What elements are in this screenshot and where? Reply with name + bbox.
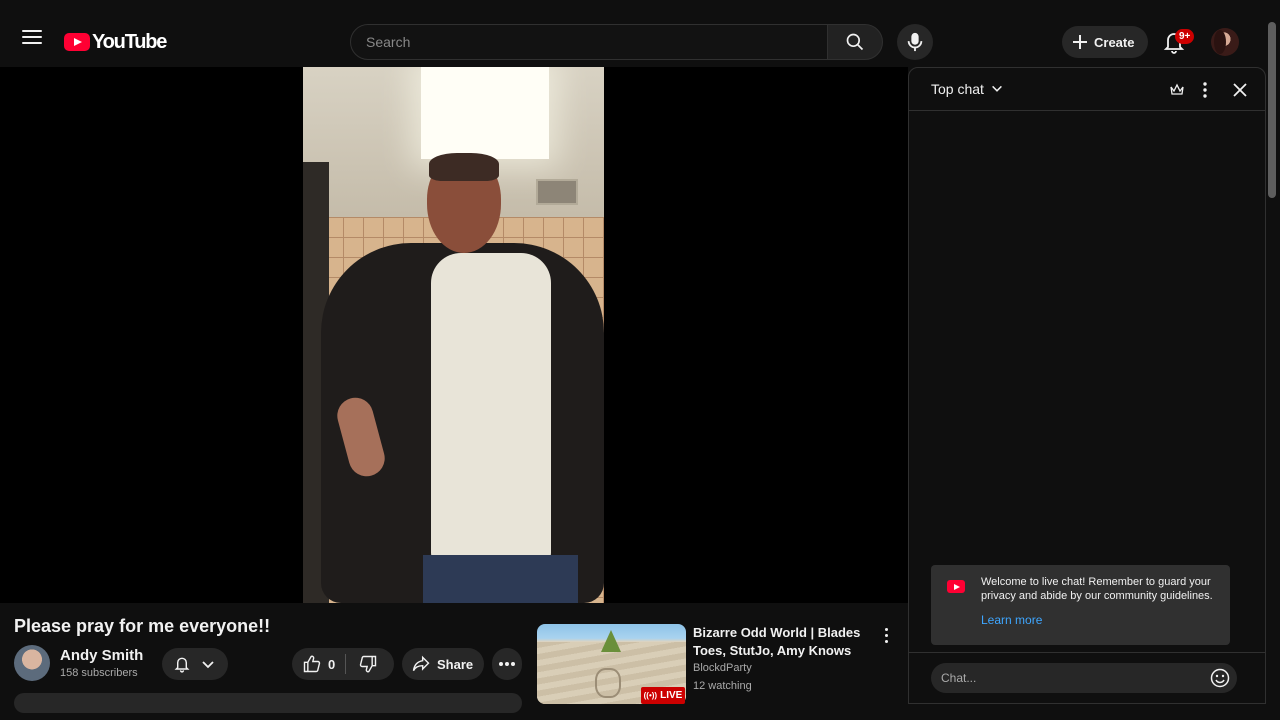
logo-text: YouTube [92, 30, 167, 53]
recommended-video-title[interactable]: Bizarre Odd World | Blades Toes, StutJo,… [693, 624, 869, 660]
youtube-logo[interactable]: YouTube [64, 30, 167, 54]
share-icon [412, 655, 430, 672]
create-button[interactable]: Create [1062, 26, 1148, 58]
chat-welcome-message: Welcome to live chat! Remember to guard … [931, 565, 1230, 645]
live-chat-panel: Top chat Welcome to live chat! Remember … [908, 67, 1266, 704]
close-icon[interactable] [1230, 80, 1250, 100]
share-button[interactable]: Share [402, 648, 484, 680]
search-input[interactable] [351, 25, 827, 59]
subscriber-count: 158 subscribers [60, 667, 138, 679]
youtube-play-icon [64, 33, 90, 51]
video-frame [303, 67, 604, 603]
chat-input-box [931, 663, 1237, 693]
page-scrollbar[interactable] [1268, 22, 1276, 198]
video-title: Please pray for me everyone!! [14, 616, 271, 636]
channel-name[interactable]: Andy Smith [60, 647, 143, 664]
video-player[interactable] [0, 67, 908, 603]
youtube-icon [947, 580, 965, 593]
search-box [350, 24, 828, 60]
live-label: LIVE [660, 690, 683, 701]
thumbs-up-icon[interactable] [302, 654, 322, 674]
chevron-down-icon [202, 661, 214, 669]
bell-icon [174, 657, 190, 673]
microphone-icon [907, 32, 923, 52]
notifications-badge: 9+ [1175, 29, 1195, 44]
search-button[interactable] [827, 24, 883, 60]
thumbs-down-icon[interactable] [358, 654, 378, 674]
search-icon [846, 33, 864, 51]
more-vertical-icon[interactable] [1195, 80, 1215, 100]
like-count: 0 [328, 656, 336, 672]
live-broadcast-icon: ((•)) [643, 691, 658, 700]
user-avatar[interactable] [1211, 28, 1239, 56]
chat-input-area [909, 652, 1265, 705]
emoji-icon[interactable] [1210, 668, 1230, 688]
menu-icon[interactable] [22, 30, 42, 44]
voice-search-button[interactable] [897, 24, 933, 60]
description-box[interactable] [14, 693, 522, 713]
like-divider [345, 654, 347, 674]
chat-mode-label: Top chat [931, 81, 984, 97]
welcome-text: Welcome to live chat! Remember to guard … [981, 576, 1213, 602]
more-actions-button[interactable] [492, 648, 522, 680]
share-label: Share [437, 656, 474, 672]
top-bar: YouTube Create 9+ [0, 0, 1280, 66]
chevron-down-icon [992, 85, 1002, 92]
create-label: Create [1094, 34, 1135, 50]
recommended-video-viewers: 12 watching [693, 680, 752, 692]
channel-avatar[interactable] [14, 645, 50, 681]
chat-input[interactable] [931, 663, 1191, 693]
chat-mode-selector[interactable]: Top chat [931, 81, 1004, 97]
chat-header: Top chat [909, 68, 1265, 111]
recommended-video-channel[interactable]: BlockdParty [693, 662, 752, 674]
subscription-notifications-button[interactable] [162, 648, 228, 680]
learn-more-link[interactable]: Learn more [981, 613, 1042, 627]
crown-icon[interactable] [1167, 80, 1187, 100]
plus-icon [1073, 35, 1087, 49]
like-dislike-group: 0 [292, 648, 394, 680]
live-badge: ((•)) LIVE [641, 687, 685, 704]
more-horizontal-icon [499, 662, 515, 666]
recommended-video-menu-icon[interactable] [878, 626, 894, 644]
